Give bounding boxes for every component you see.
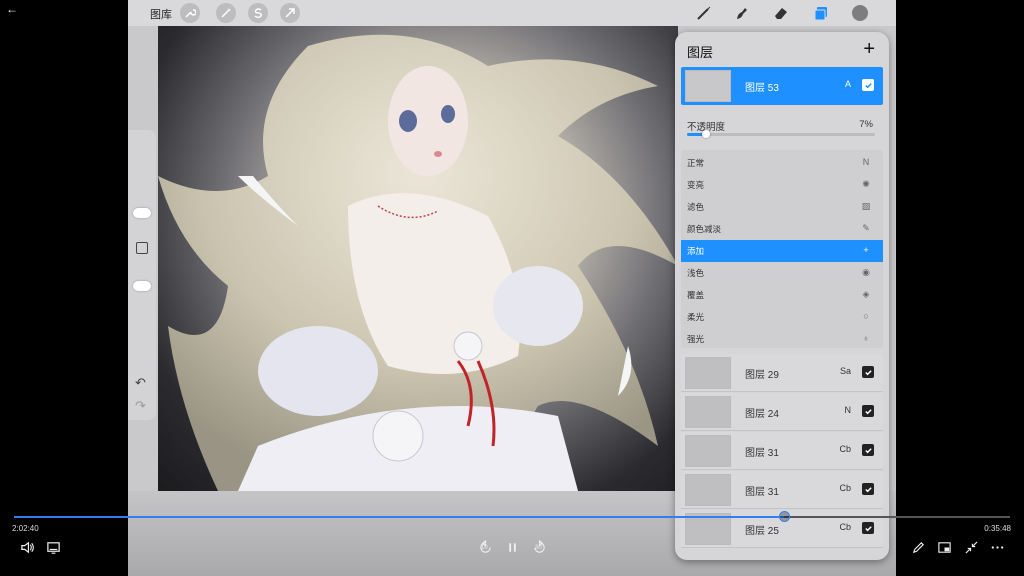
- blend-mode-item[interactable]: 柔光 ○: [681, 306, 883, 328]
- more-options-icon[interactable]: [988, 538, 1006, 556]
- scrubber-progress: [14, 516, 784, 518]
- layer-row[interactable]: 图层 29 Sa: [681, 354, 883, 392]
- layer-name: 图层 25: [745, 526, 779, 537]
- visibility-checkbox[interactable]: [862, 366, 874, 378]
- back-arrow-icon[interactable]: ←: [6, 2, 18, 16]
- layer-name: 图层 53: [745, 83, 779, 94]
- layers-panel: 图层 + 图层 53 A 不透明度 7% 正常 N 变亮 ✺ 滤色 ▨ 颜色减淡 ✎ 添加 + 浅色…: [675, 32, 889, 560]
- blend-mode-button[interactable]: Cb: [839, 444, 851, 454]
- scrubber-knob[interactable]: [778, 511, 790, 522]
- blend-mode-button[interactable]: A: [845, 79, 851, 89]
- wrench-icon[interactable]: [180, 3, 200, 23]
- blend-mode-label: 颜色减淡: [687, 224, 722, 234]
- subtitles-icon[interactable]: [44, 538, 62, 556]
- video-frame: 图库 ↶ ↷ 图层 + 图层 53 A 不透明度 7% 正常 N 变亮 ✺ 滤色…: [128, 0, 896, 576]
- layer-name: 图层 31: [745, 487, 779, 498]
- blend-mode-item[interactable]: 强光 ♁: [681, 328, 883, 350]
- blend-mode-icon: ♁: [862, 333, 870, 343]
- visibility-checkbox[interactable]: [862, 483, 874, 495]
- blend-mode-label: 柔光: [687, 312, 705, 322]
- layers-panel-title: 图层: [687, 45, 714, 60]
- blend-mode-icon: ○: [863, 311, 869, 321]
- selection-icon[interactable]: [248, 3, 268, 23]
- gallery-button[interactable]: 图库: [150, 6, 172, 22]
- artwork-canvas[interactable]: [158, 26, 678, 491]
- eraser-icon[interactable]: [771, 3, 791, 23]
- blend-mode-icon: +: [863, 245, 869, 255]
- blend-mode-icon: ▨: [861, 201, 871, 211]
- blend-mode-label: 变亮: [687, 180, 705, 190]
- transform-arrow-icon[interactable]: [280, 3, 300, 23]
- brush-icon[interactable]: [694, 3, 714, 23]
- layer-thumbnail: [685, 474, 731, 506]
- blend-mode-label: 添加: [687, 246, 705, 256]
- volume-icon[interactable]: [18, 538, 36, 556]
- magic-wand-icon[interactable]: [216, 3, 236, 23]
- visibility-checkbox[interactable]: [862, 405, 874, 417]
- modify-button[interactable]: [136, 242, 148, 254]
- blend-mode-icon: N: [862, 157, 870, 167]
- blend-mode-item[interactable]: 浅色 ◉: [681, 262, 883, 284]
- layer-row[interactable]: 图层 24 N: [681, 393, 883, 431]
- pen-icon[interactable]: [909, 538, 927, 556]
- artwork-illustration: [158, 34, 678, 491]
- layer-thumbnail: [685, 70, 731, 102]
- brush-size-slider[interactable]: [133, 208, 151, 218]
- layer-name: 图层 31: [745, 448, 779, 459]
- smudge-icon[interactable]: [732, 3, 752, 23]
- pause-icon[interactable]: [503, 538, 521, 556]
- blend-mode-icon: ◉: [862, 267, 870, 277]
- opacity-value: 7%: [859, 119, 873, 130]
- skip-forward-label: 30: [535, 545, 542, 551]
- layer-name: 图层 29: [745, 370, 779, 381]
- blend-mode-icon: ✎: [862, 223, 870, 233]
- layer-row[interactable]: 图层 31 Cb: [681, 432, 883, 470]
- color-swatch-icon[interactable]: [850, 3, 870, 23]
- current-time: 2:02:40: [12, 524, 39, 533]
- redo-icon[interactable]: ↷: [135, 398, 146, 414]
- blend-mode-item[interactable]: 覆盖 ◈: [681, 284, 883, 306]
- left-sidebar: ↶ ↷: [128, 130, 156, 420]
- blend-mode-item[interactable]: 添加 +: [681, 240, 883, 262]
- total-time: 0:35:48: [984, 524, 1011, 533]
- blend-mode-list: 正常 N 变亮 ✺ 滤色 ▨ 颜色减淡 ✎ 添加 + 浅色 ◉ 覆盖 ◈ 柔光 ○ 强光 ♁: [681, 150, 883, 348]
- layer-name: 图层 24: [745, 409, 779, 420]
- blend-mode-icon: ✺: [862, 179, 870, 189]
- visibility-checkbox[interactable]: [862, 444, 874, 456]
- visibility-checkbox[interactable]: [862, 522, 874, 534]
- blend-mode-icon: ◈: [862, 289, 870, 299]
- add-layer-button[interactable]: +: [863, 38, 875, 61]
- skip-back-label: 10: [481, 545, 488, 551]
- selected-layer-row[interactable]: 图层 53 A: [681, 67, 883, 105]
- opacity-slider[interactable]: [687, 130, 875, 138]
- blend-mode-button[interactable]: Cb: [839, 483, 851, 493]
- layer-thumbnail: [685, 435, 731, 467]
- blend-mode-button[interactable]: N: [845, 405, 852, 415]
- blend-mode-label: 正常: [687, 158, 705, 168]
- visibility-checkbox[interactable]: [862, 79, 874, 91]
- video-scrubber[interactable]: [14, 511, 1010, 522]
- brush-opacity-slider[interactable]: [133, 281, 151, 291]
- layer-thumbnail: [685, 396, 731, 428]
- exit-fullscreen-icon[interactable]: [962, 538, 980, 556]
- blend-mode-label: 滤色: [687, 202, 705, 212]
- layers-icon[interactable]: [811, 3, 831, 23]
- blend-mode-label: 强光: [687, 334, 705, 344]
- undo-icon[interactable]: ↶: [135, 375, 146, 391]
- blend-mode-item[interactable]: 正常 N: [681, 152, 883, 174]
- opacity-slider-knob[interactable]: [702, 130, 711, 138]
- blend-mode-button[interactable]: Cb: [839, 522, 851, 532]
- blend-mode-label: 浅色: [687, 268, 705, 278]
- layer-thumbnail: [685, 357, 731, 389]
- blend-mode-item[interactable]: 变亮 ✺: [681, 174, 883, 196]
- layer-row[interactable]: 图层 31 Cb: [681, 471, 883, 509]
- picture-in-picture-icon[interactable]: [935, 538, 953, 556]
- procreate-toolbar: 图库: [128, 0, 896, 26]
- blend-mode-label: 覆盖: [687, 290, 705, 300]
- blend-mode-item[interactable]: 滤色 ▨: [681, 196, 883, 218]
- blend-mode-button[interactable]: Sa: [840, 366, 851, 376]
- blend-mode-item[interactable]: 颜色减淡 ✎: [681, 218, 883, 240]
